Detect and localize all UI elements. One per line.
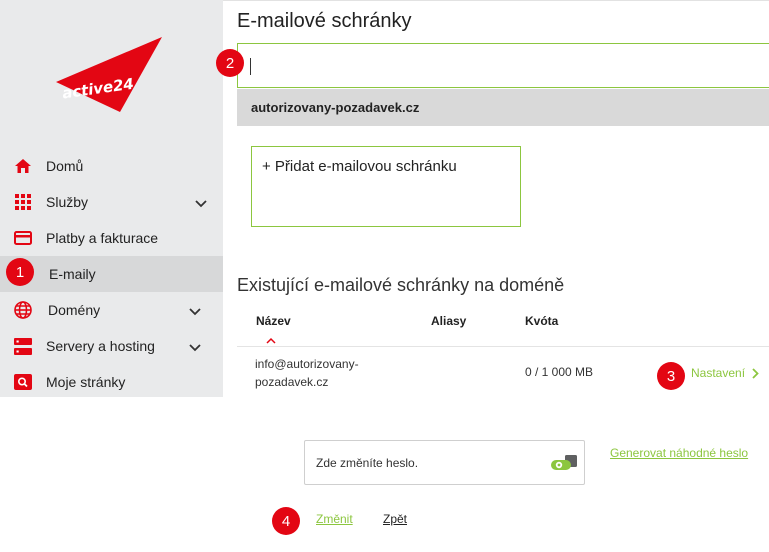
sidebar-item-label: Platby a fakturace xyxy=(46,230,159,246)
mailbox-quota: 0 / 1 000 MB xyxy=(525,365,594,379)
sidebar-item-label: Domů xyxy=(46,158,84,174)
sidebar-item-platby[interactable]: Platby a fakturace xyxy=(0,220,223,256)
sidebar-item-servery[interactable]: Servery a hosting xyxy=(0,328,223,364)
sidebar-item-label: Služby xyxy=(46,194,89,210)
sidebar-item-label: Domény xyxy=(48,302,101,318)
chevron-down-icon[interactable] xyxy=(189,303,201,319)
column-header-quota: Kvóta xyxy=(525,314,559,328)
back-button[interactable]: Zpět xyxy=(383,512,407,526)
chevron-down-icon[interactable] xyxy=(189,339,201,355)
add-mailbox-button[interactable]: + Přidat e-mailovou schránku xyxy=(251,146,521,227)
search-input[interactable] xyxy=(237,43,769,88)
chevron-right-icon xyxy=(752,367,759,379)
section-title: Existující e-mailové schránky na doméně xyxy=(237,275,565,295)
callout-badge-1: 1 xyxy=(6,258,34,286)
column-header-name[interactable]: Název xyxy=(256,314,291,328)
sidebar-item-label: Servery a hosting xyxy=(46,338,155,354)
page-title: E-mailové schránky xyxy=(237,10,412,32)
sidebar-item-domu[interactable]: Domů xyxy=(0,148,223,184)
settings-link-label: Nastavení xyxy=(691,366,746,380)
column-header-aliases: Aliasy xyxy=(431,314,467,328)
header-divider xyxy=(223,0,769,1)
credit-card-icon xyxy=(13,228,33,248)
table-divider xyxy=(237,346,769,347)
generate-password-link[interactable]: Generovat náhodné heslo xyxy=(610,446,748,460)
active24-logo[interactable]: active24 xyxy=(52,34,168,114)
web-search-icon xyxy=(13,372,33,392)
sidebar-item-sluzby[interactable]: Služby xyxy=(0,184,223,220)
sidebar-item-domeny[interactable]: Domény xyxy=(0,292,223,328)
callout-badge-2: 2 xyxy=(216,49,244,77)
sidebar-item-label: Moje stránky xyxy=(46,374,126,390)
home-icon xyxy=(13,156,33,176)
password-field[interactable]: Zde změníte heslo. xyxy=(304,440,585,485)
sidebar-item-moje-stranky[interactable]: Moje stránky xyxy=(0,364,223,400)
globe-icon xyxy=(13,300,33,320)
mailbox-address-line1: info@autorizovany- xyxy=(255,357,359,371)
callout-badge-3: 3 xyxy=(657,362,685,390)
domain-name-bar: autorizovany-pozadavek.cz xyxy=(237,89,769,126)
mailbox-address-line2: pozadavek.cz xyxy=(255,375,329,389)
chevron-down-icon[interactable] xyxy=(195,195,207,211)
sidebar-item-label: E-maily xyxy=(49,266,96,282)
grid-icon xyxy=(13,192,33,212)
text-caret xyxy=(250,58,251,75)
password-field-text: Zde změníte heslo. xyxy=(316,456,419,470)
change-button[interactable]: Změnit xyxy=(316,512,353,526)
mailbox-settings-link[interactable]: Nastavení xyxy=(691,366,759,380)
sidebar: active24 Domů Služby Platby a fakturace … xyxy=(0,0,223,397)
show-password-eye-icon[interactable] xyxy=(551,454,579,477)
table-row: info@autorizovany- pozadavek.cz xyxy=(255,355,359,391)
server-icon xyxy=(13,336,33,356)
callout-badge-4: 4 xyxy=(272,507,300,535)
